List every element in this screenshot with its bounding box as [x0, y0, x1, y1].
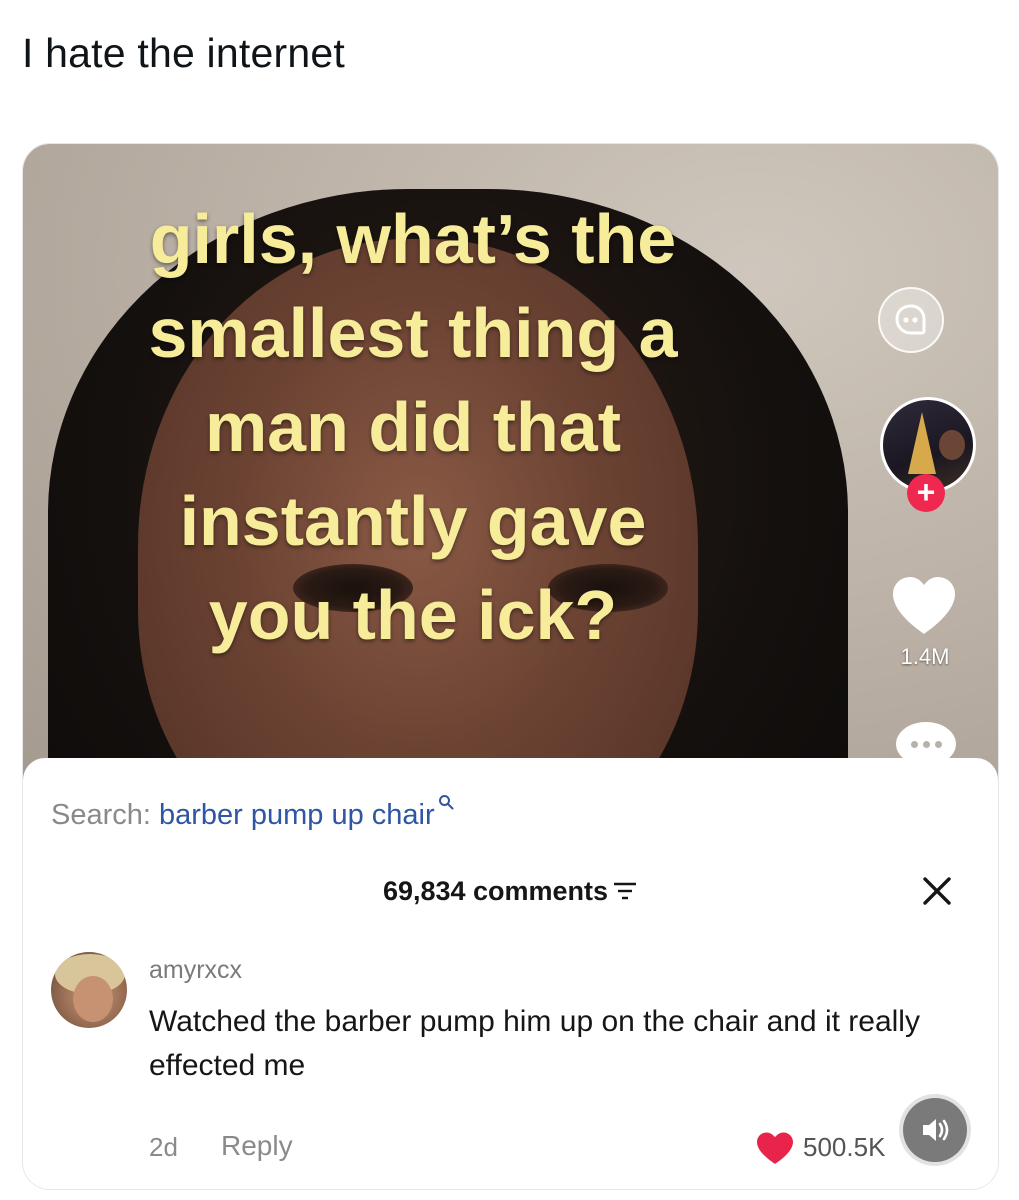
search-prefix: Search:	[51, 799, 159, 831]
heart-icon[interactable]	[755, 1131, 795, 1165]
comment-timestamp: 2d	[149, 1132, 178, 1162]
follow-plus-icon[interactable]: +	[907, 474, 945, 512]
speaker-icon[interactable]	[903, 1098, 967, 1162]
overlay-line: girls, what’s the	[149, 200, 677, 278]
comment-username[interactable]: amyrxcx	[149, 956, 242, 985]
overlay-line: man did that	[204, 388, 622, 466]
avatar-face	[73, 976, 113, 1022]
comments-header: 69,834 comments	[23, 876, 998, 907]
dot	[922, 740, 930, 748]
overlay-line: instantly gave	[179, 482, 647, 560]
eiffel-tower-image	[908, 412, 936, 474]
dot	[934, 740, 942, 748]
filter-icon[interactable]	[612, 880, 638, 902]
comment-like-count: 500.5K	[803, 1132, 886, 1162]
overlay-line: smallest thing a	[148, 294, 678, 372]
overlay-line: you the ick?	[208, 576, 618, 654]
search-icon[interactable]	[438, 794, 454, 810]
video-overlay-text: girls, what’s the smallest thing a man d…	[63, 192, 763, 662]
search-suggestion[interactable]: Search: barber pump up chair	[51, 794, 454, 832]
close-icon[interactable]	[920, 874, 954, 908]
post-caption: I hate the internet	[22, 30, 345, 76]
comment-text: Watched the barber pump him up on the ch…	[149, 1005, 920, 1082]
reply-button[interactable]: Reply	[221, 1130, 293, 1162]
comments-sheet: Search: barber pump up chair 69,834 comm…	[23, 758, 998, 1189]
media-card: girls, what’s the smallest thing a man d…	[22, 143, 999, 1190]
commenter-avatar[interactable]	[51, 952, 127, 1028]
dot	[910, 740, 918, 748]
comments-count: 69,834 comments	[382, 876, 609, 906]
creator-photo	[939, 430, 965, 460]
heart-icon[interactable]	[889, 574, 959, 636]
search-query-link[interactable]: barber pump up chair	[159, 799, 435, 831]
captions-face-icon[interactable]	[878, 287, 944, 353]
video-player[interactable]: girls, what’s the smallest thing a man d…	[23, 144, 998, 784]
video-like-count: 1.4M	[900, 644, 950, 669]
